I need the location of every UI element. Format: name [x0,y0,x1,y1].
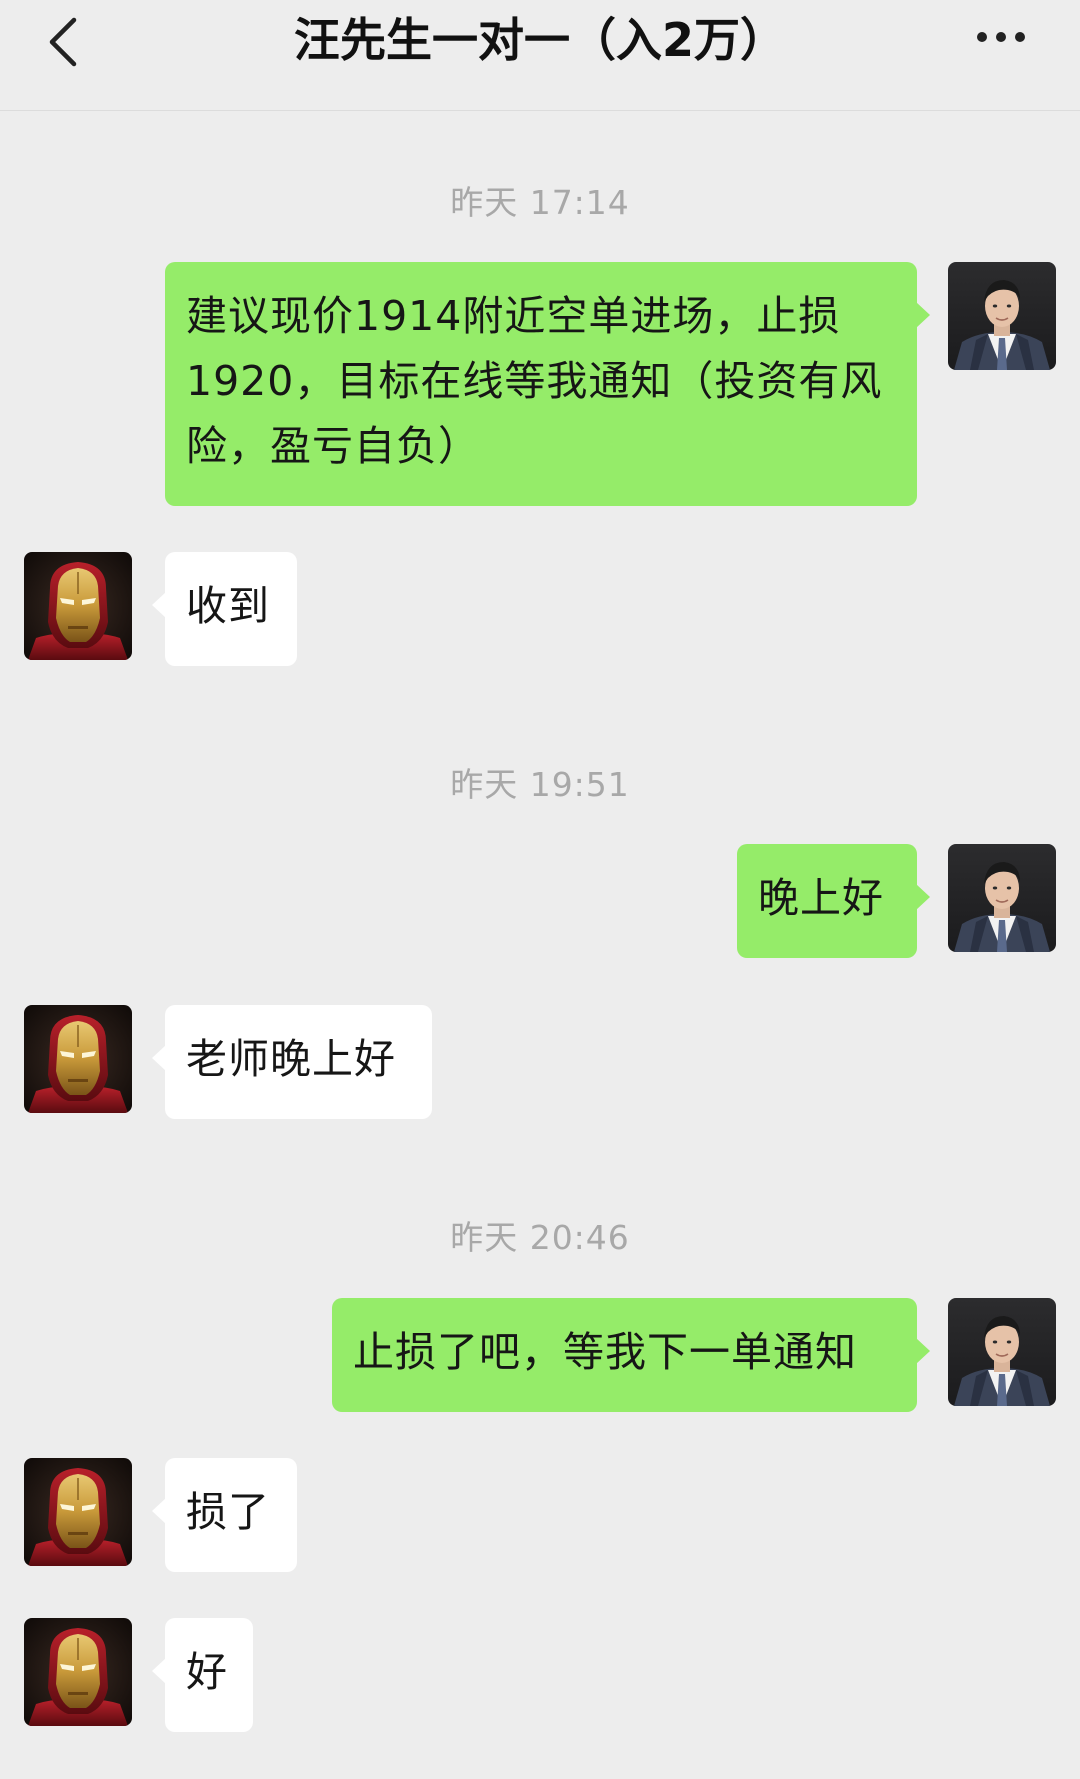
avatar-contact[interactable] [948,844,1056,952]
message-bubble-incoming[interactable]: 好 [152,1618,253,1732]
avatar-man-icon [948,1298,1056,1406]
avatar-self[interactable] [24,1458,132,1566]
avatar-ironman-icon [24,552,132,660]
avatar-ironman-icon [24,1005,132,1113]
ellipsis-icon [977,32,1025,42]
timestamp: 昨天 20:46 [450,1218,630,1257]
message-bubble-outgoing[interactable]: 建议现价1914附近空单进场，止损1920，目标在线等我通知（投资有风险，盈亏自… [165,262,930,506]
chevron-left-icon [49,17,77,67]
message-bubble-outgoing[interactable]: 止损了吧，等我下一单通知 [332,1298,930,1412]
back-button[interactable] [40,5,90,75]
chat-header: 汪先生一对一（入2万） [0,0,1080,111]
message-bubble-incoming[interactable]: 老师晚上好 [152,1005,432,1119]
avatar-contact[interactable] [948,262,1056,370]
avatar-ironman-icon [24,1618,132,1726]
avatar-man-icon [948,262,1056,370]
message-bubble-outgoing[interactable]: 晚上好 [737,844,930,958]
message-bubble-incoming[interactable]: 收到 [152,552,297,666]
avatar-self[interactable] [24,552,132,660]
avatar-self[interactable] [24,1618,132,1726]
timestamp: 昨天 17:14 [450,183,630,222]
avatar-self[interactable] [24,1005,132,1113]
timestamp: 昨天 19:51 [450,765,630,804]
message-bubble-incoming[interactable]: 损了 [152,1458,297,1572]
chat-title: 汪先生一对一（入2万） [293,13,786,67]
avatar-man-icon [948,844,1056,952]
avatar-ironman-icon [24,1458,132,1566]
more-button[interactable] [966,10,1036,70]
avatar-contact[interactable] [948,1298,1056,1406]
